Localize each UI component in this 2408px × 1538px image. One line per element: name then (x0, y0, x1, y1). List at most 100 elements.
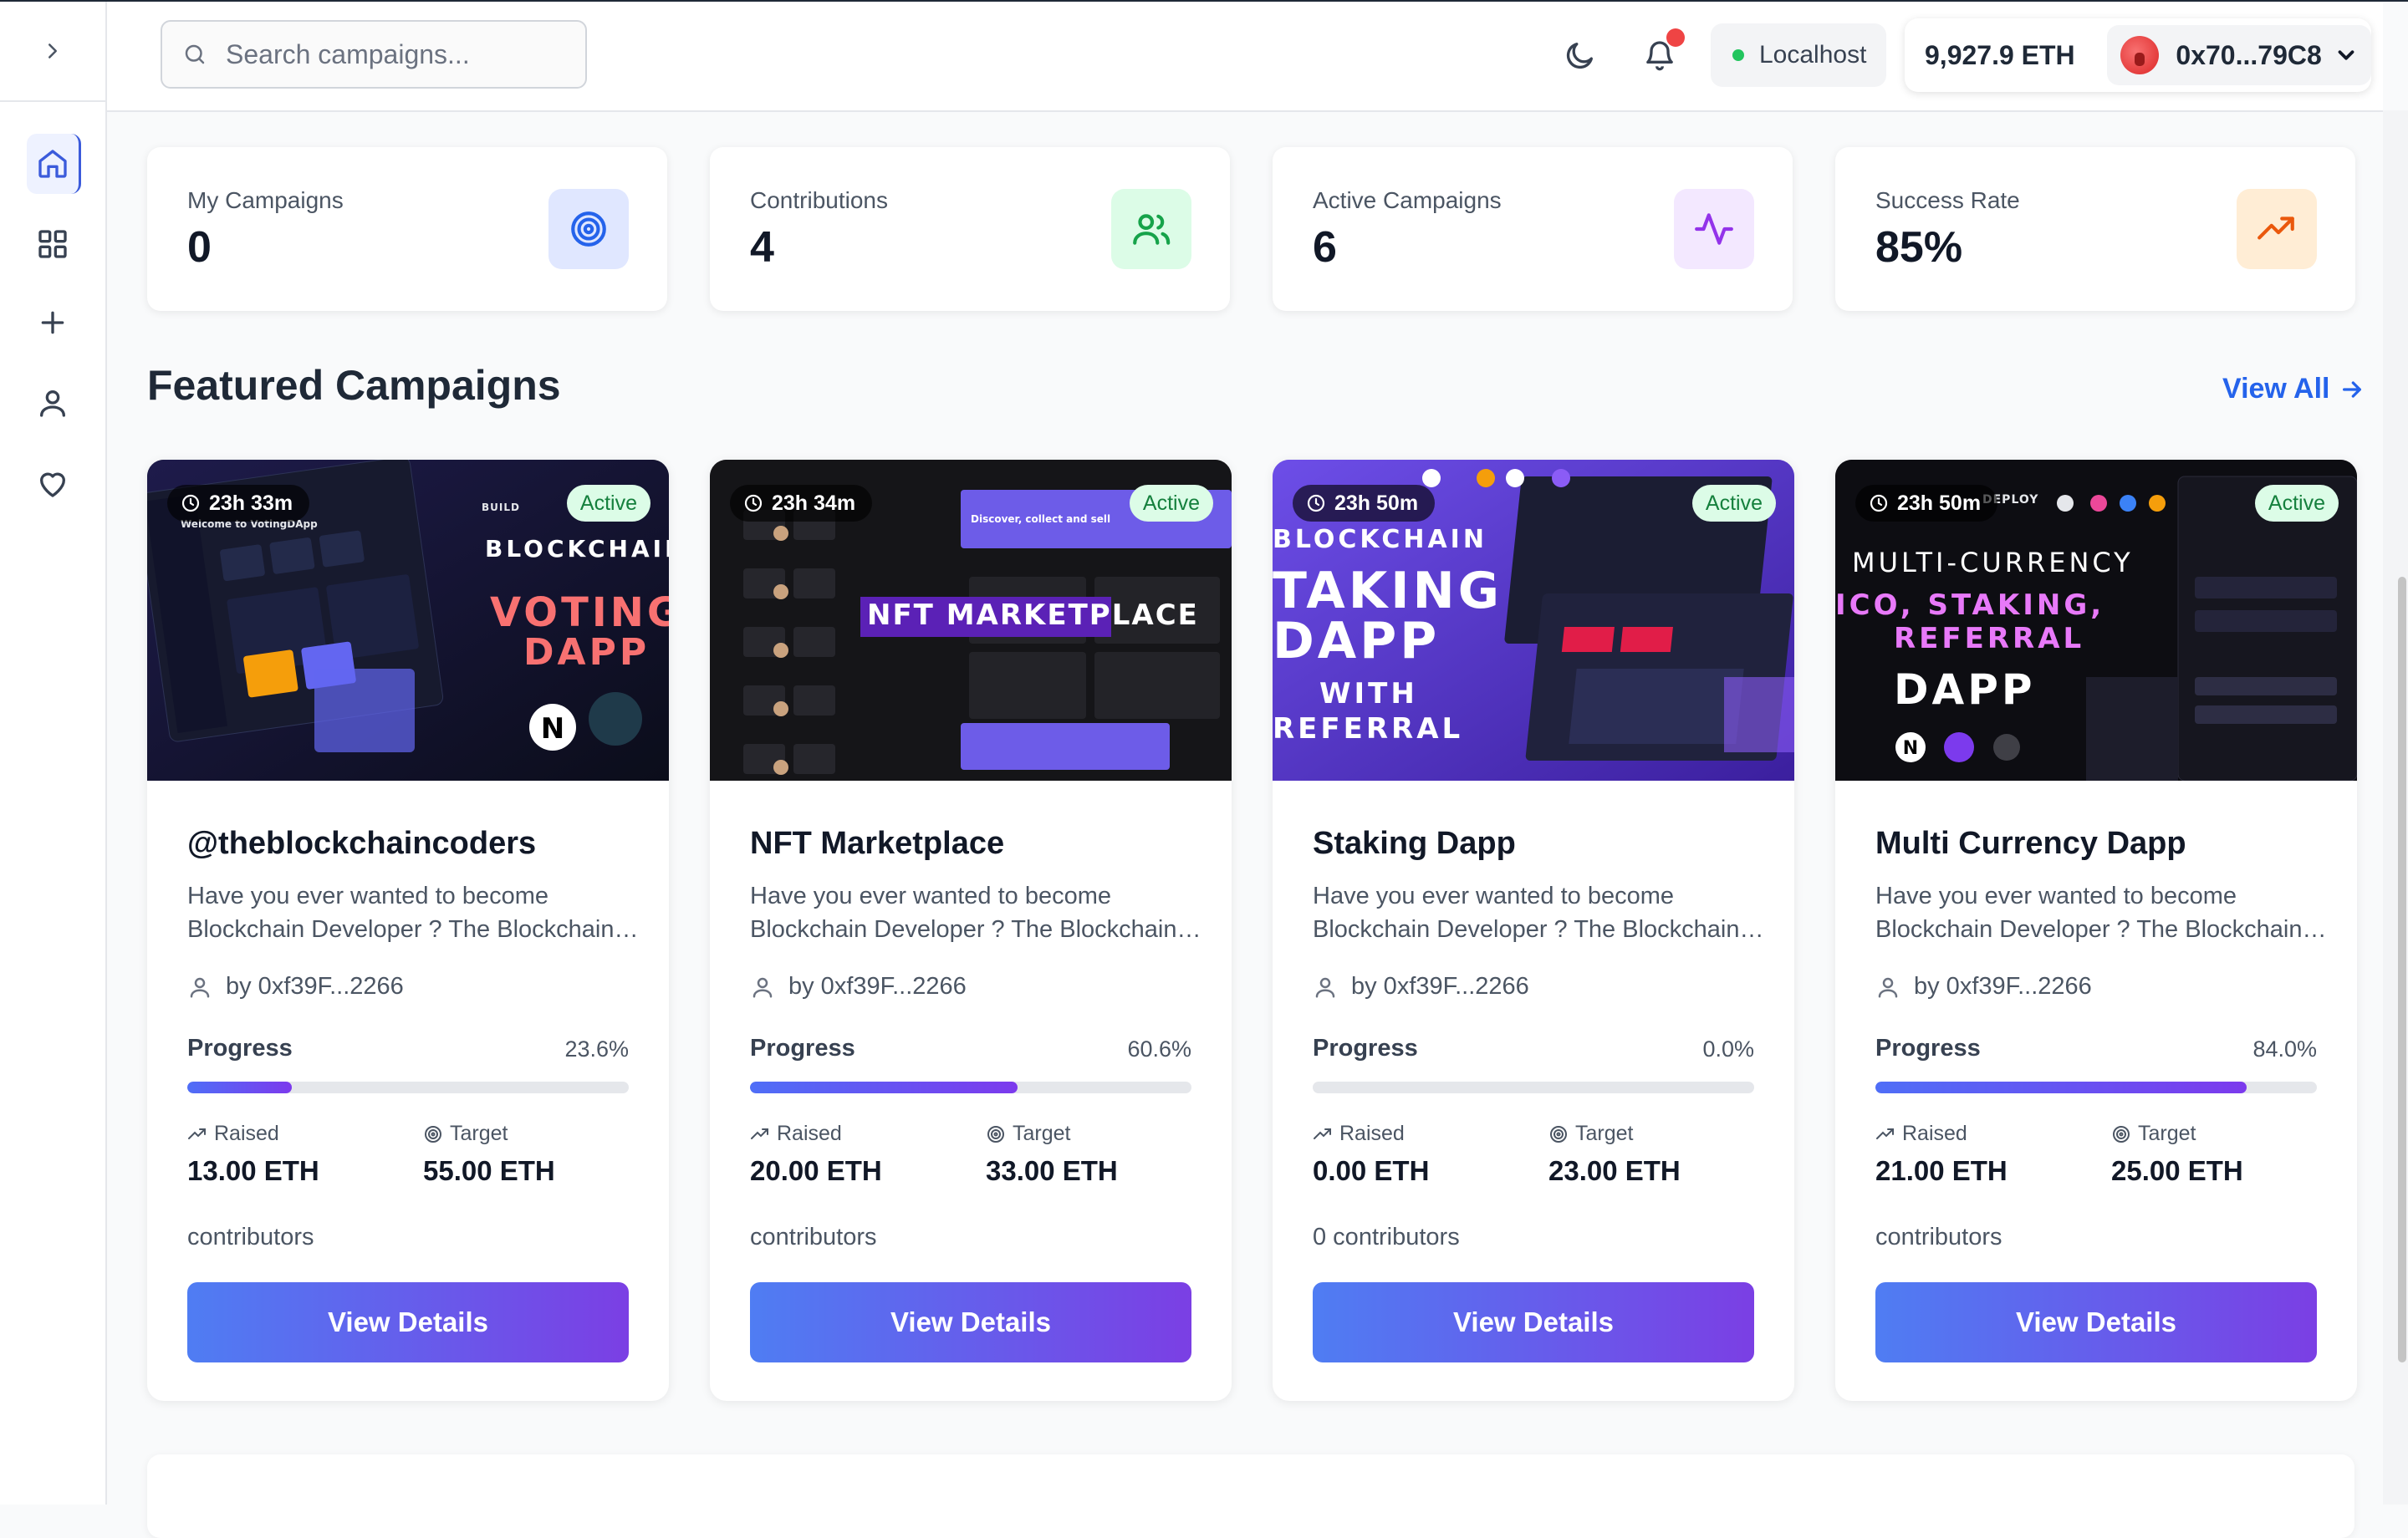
network-label: Localhost (1759, 41, 1867, 69)
trending-up-icon (2237, 189, 2317, 269)
progress-label: Progress (187, 1035, 293, 1062)
campaign-title: Staking Dapp (1313, 826, 1516, 861)
trending-up-icon (188, 1128, 206, 1139)
stat-label: Success Rate (1875, 187, 2020, 213)
progress-fill (750, 1082, 1018, 1093)
art-line2: ICO, STAKING, (1835, 588, 2105, 622)
heart-icon (40, 472, 66, 497)
sidebar-item-favorites[interactable] (27, 453, 79, 513)
view-details-button[interactable]: View Details (187, 1282, 629, 1362)
view-all-link[interactable]: View All (2222, 373, 2365, 405)
description-line-2: Blockchain Developer ? The Blockchain Co… (750, 916, 1201, 943)
target-label-text: Target (450, 1122, 508, 1145)
account-address: 0x70...79C8 (2176, 39, 2322, 70)
progress-bar (187, 1082, 629, 1093)
creator-info: by 0xf39F...2266 (187, 973, 404, 1001)
sidebar-item-campaigns[interactable] (27, 214, 79, 274)
art-line4: WITH (1319, 677, 1418, 710)
plus-icon (41, 311, 64, 334)
search-box[interactable] (161, 20, 587, 89)
campaign-card[interactable]: BLOCKCHAIN TAKING DAPP WITH REFERRAL 23h… (1273, 460, 1794, 1401)
progress-percent: 23.6% (564, 1036, 629, 1062)
time-remaining-text: 23h 34m (772, 491, 856, 515)
users-icon (1111, 189, 1191, 269)
progress-label: Progress (1875, 1035, 1981, 1062)
progress-label: Progress (750, 1035, 855, 1062)
campaign-description: Have you ever wanted to become Blockchai… (1875, 879, 2327, 946)
art-line1: NFT MARKETPLACE (867, 598, 1199, 632)
stat-label: Active Campaigns (1313, 187, 1502, 213)
campaign-card[interactable]: N DEPLOY MULTI-CURRENCY ICO, STAKING, RE… (1835, 460, 2357, 1401)
contributors-count: contributors (750, 1224, 877, 1250)
theme-toggle-button[interactable] (1553, 28, 1607, 82)
art-line1: MULTI-CURRENCY (1852, 547, 2134, 578)
next-section-card (147, 1454, 2354, 1538)
trending-up-icon (1876, 1128, 1894, 1139)
scrollbar-thumb[interactable] (2398, 577, 2406, 1362)
search-input[interactable] (224, 38, 562, 71)
target-label: Target (986, 1122, 1070, 1146)
target-icon (548, 189, 629, 269)
art-panel-text: Discover, collect and sell (971, 513, 1111, 525)
time-remaining-text: 23h 50m (1334, 491, 1419, 515)
creator-address: by 0xf39F...2266 (788, 973, 967, 1000)
target-icon (425, 1125, 441, 1143)
stat-label: Contributions (750, 187, 888, 213)
art-line3: DAPP (1273, 612, 1441, 670)
stat-value: 0 (187, 223, 212, 272)
description-line-2: Blockchain Developer ? The Blockchain Co… (1313, 916, 1764, 943)
clock-icon (1307, 494, 1325, 512)
raised-label-text: Raised (1339, 1122, 1405, 1145)
wallet-panel: 9,927.9 ETH 0x70...79C8 (1905, 18, 2371, 92)
target-amount: 25.00 ETH (2111, 1155, 2243, 1186)
raised-amount: 0.00 ETH (1313, 1155, 1430, 1186)
network-indicator[interactable]: Localhost (1711, 23, 1886, 87)
stat-card-contributions: Contributions 4 (710, 147, 1230, 311)
account-dropdown[interactable]: 0x70...79C8 (2107, 25, 2371, 85)
user-icon (40, 390, 66, 417)
art-small-text: BUILD (482, 502, 520, 513)
target-icon (1550, 1125, 1567, 1143)
description-line-1: Have you ever wanted to become (1313, 883, 1675, 909)
stat-card-my-campaigns: My Campaigns 0 (147, 147, 667, 311)
notifications-button[interactable] (1633, 28, 1686, 82)
creator-info: by 0xf39F...2266 (1313, 973, 1529, 1001)
activity-icon (1674, 189, 1754, 269)
sidebar-toggle-button[interactable] (0, 2, 105, 102)
art-line2: VOTING (490, 589, 669, 636)
svg-text:N: N (1903, 738, 1918, 759)
progress-label: Progress (1313, 1035, 1418, 1062)
sidebar-item-profile[interactable] (27, 373, 79, 433)
view-details-button[interactable]: View Details (1313, 1282, 1754, 1362)
stat-card-active-campaigns: Active Campaigns 6 (1273, 147, 1793, 311)
progress-bar (1313, 1082, 1754, 1093)
view-details-button[interactable]: View Details (750, 1282, 1191, 1362)
view-details-button[interactable]: View Details (1875, 1282, 2317, 1362)
campaign-card[interactable]: N BUILD Welcome to VotingDApp BLOCKCHAIN… (147, 460, 669, 1401)
status-badge: Active (566, 485, 650, 522)
raised-label: Raised (1875, 1122, 1967, 1146)
status-badge: Active (1691, 485, 1776, 522)
target-label: Target (2111, 1122, 2196, 1146)
description-line-1: Have you ever wanted to become (187, 883, 549, 909)
raised-label-text: Raised (1902, 1122, 1967, 1145)
art-line4: DAPP (1894, 665, 2036, 714)
top-header: Localhost 9,927.9 ETH 0x70...79C8 (107, 2, 2383, 112)
raised-label-text: Raised (214, 1122, 279, 1145)
raised-label: Raised (187, 1122, 279, 1146)
user-icon (752, 977, 773, 997)
time-remaining-badge: 23h 34m (730, 485, 873, 522)
time-remaining-text: 23h 33m (209, 491, 293, 515)
time-remaining-badge: 23h 50m (1855, 485, 1998, 522)
campaign-card[interactable]: Discover, collect and sell NFT MARKETPLA… (710, 460, 1232, 1401)
chevron-right-icon (48, 43, 57, 59)
art-line3: DAPP (523, 631, 650, 674)
campaign-title: @theblockchaincoders (187, 826, 537, 861)
user-icon (1878, 977, 1898, 997)
target-label-text: Target (1013, 1122, 1071, 1145)
sidebar-item-create[interactable] (27, 293, 79, 353)
sidebar-item-home[interactable] (27, 134, 81, 194)
time-remaining-badge: 23h 50m (1293, 485, 1436, 522)
contributors-count: contributors (187, 1224, 314, 1250)
raised-amount: 13.00 ETH (187, 1155, 319, 1186)
